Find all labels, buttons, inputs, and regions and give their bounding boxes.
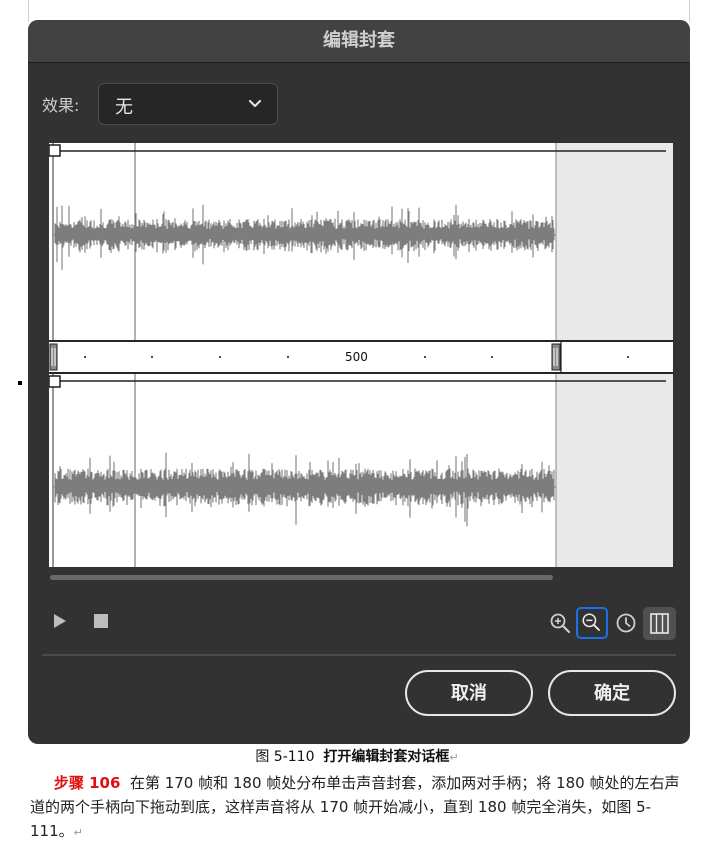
envelope-handle-right-top [49,375,61,388]
document-bullet [18,381,22,385]
ok-button[interactable]: 确定 [548,670,676,716]
range-start-handle [49,343,58,371]
zoom-out-icon[interactable] [576,607,608,639]
range-end-handle [551,343,561,371]
chevron-down-icon [248,99,262,108]
step-paragraph: 步骤 106 在第 170 帧和 180 帧处分布单击声音封套，添加两对手柄；将… [30,771,694,845]
document-page-edge [28,0,690,22]
ruler-label-500: 500 [345,350,368,364]
timeline-ruler[interactable]: 500 [49,340,673,374]
title-divider [28,62,690,63]
effect-label: 效果: [42,96,80,115]
left-channel-track[interactable] [49,143,673,340]
right-channel-waveform [53,452,556,527]
button-divider [42,654,676,656]
caption-prefix: 图 5-110 [255,749,315,765]
envelope-handle-left-top [49,144,61,157]
envelope-editor[interactable]: 500 [49,143,673,567]
stop-icon[interactable] [94,614,108,628]
cancel-button[interactable]: 取消 [405,670,533,716]
effect-select[interactable]: 无 [98,83,278,125]
clock-icon[interactable] [615,612,637,634]
right-channel-track[interactable] [49,374,673,567]
play-icon[interactable] [52,612,68,630]
effect-select-value: 无 [115,97,133,118]
horizontal-scrollbar[interactable] [50,575,553,580]
dialog-title: 编辑封套 [323,30,395,51]
figure-caption: 图 5-110 打开编辑封套对话框↵ [0,746,714,766]
caption-mark: ↵ [449,751,459,764]
step-mark: ↵ [73,826,83,839]
left-channel-waveform [53,204,556,270]
zoom-in-icon[interactable] [549,612,571,634]
frames-icon[interactable] [643,607,676,640]
caption-title: 打开编辑封套对话框 [323,749,450,765]
step-label: 步骤 106 [53,774,121,792]
step-text: 在第 170 帧和 180 帧处分布单击声音封套，添加两对手柄；将 180 帧处… [30,774,680,840]
edit-envelope-dialog: 编辑封套 效果: 无 500 取消 确定 [28,20,690,744]
